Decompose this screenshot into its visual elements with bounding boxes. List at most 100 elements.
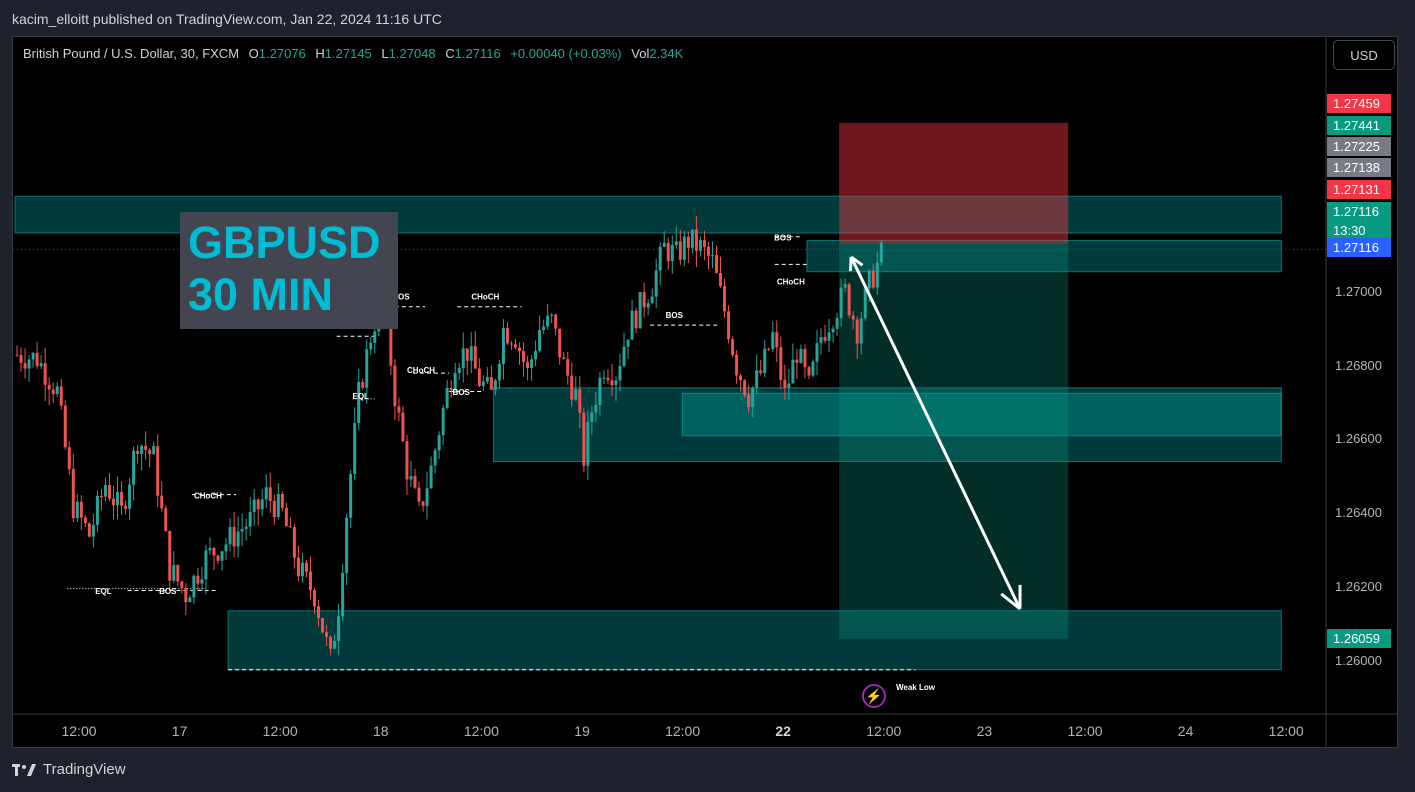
volume-value: 2.34K: [649, 46, 684, 61]
candle-body: [445, 387, 449, 408]
candle-body: [594, 404, 598, 413]
candle-body: [276, 494, 280, 518]
candle-body: [598, 377, 602, 405]
candle-body: [260, 499, 264, 510]
candle-body: [252, 499, 256, 513]
title-box: GBPUSD 30 MIN: [180, 212, 398, 329]
price-tag: 1.26059: [1327, 629, 1391, 648]
price-tag: 1.27116 13:30: [1327, 202, 1391, 240]
candle-body: [333, 641, 337, 649]
price-tick-label: 1.26800: [1335, 357, 1382, 373]
candle-body: [345, 517, 349, 574]
alert-icon[interactable]: ⚡: [862, 684, 886, 708]
annotation-label: BOS: [453, 388, 471, 397]
candle-body: [586, 421, 590, 466]
candle-body: [481, 381, 485, 387]
candle-body: [634, 310, 638, 329]
time-tick-label: 12:00: [866, 723, 902, 739]
candle-body: [212, 547, 216, 556]
candle-body: [859, 318, 863, 344]
candle-body: [244, 526, 248, 530]
candle-body: [562, 357, 566, 360]
candle-body: [19, 354, 23, 363]
candle-body: [87, 523, 91, 537]
candle-body: [558, 328, 562, 358]
candle-body: [513, 344, 517, 348]
price-tag-value: 1.27116: [1333, 240, 1380, 255]
price-tag-value: 1.26059: [1333, 631, 1380, 646]
candle-body: [329, 636, 333, 649]
candle-body: [509, 343, 513, 345]
candle-body: [308, 571, 312, 591]
time-tick-label: 22: [775, 723, 791, 739]
chart-panel[interactable]: CHoCHEQLBOSBOSEQLBOSCHoCHBOSCHoCHBOSBOSC…: [12, 36, 1398, 748]
candle-body: [116, 491, 120, 506]
brand-name: TradingView: [43, 761, 126, 778]
candle-body: [107, 485, 111, 499]
price-tag: 1.27116: [1327, 238, 1391, 257]
candle-body: [71, 469, 75, 519]
demand-zone-bottom: [227, 610, 1282, 671]
title-timeframe: 30 MIN: [188, 269, 334, 320]
candle-body: [815, 343, 819, 362]
time-tick-label: 12:00: [262, 723, 298, 739]
candle-body: [433, 450, 437, 466]
candle-body: [228, 526, 232, 545]
candle-body: [152, 446, 156, 455]
candle-body: [871, 270, 875, 288]
candle-body: [803, 348, 807, 368]
candle-body: [501, 327, 505, 365]
candle-body: [743, 380, 747, 395]
candle-body: [658, 246, 662, 271]
candle-body: [288, 526, 292, 528]
candle-body: [550, 314, 554, 316]
candle-body: [554, 314, 558, 329]
high-value: 1.27145: [324, 46, 372, 61]
candle-body: [120, 491, 124, 506]
candle-body: [630, 310, 634, 340]
candle-body: [393, 365, 397, 407]
price-tag-value: 1.27131: [1333, 182, 1380, 197]
candle-body: [646, 303, 650, 308]
candle-body: [357, 382, 361, 424]
candle-body: [196, 575, 200, 584]
candle-body: [397, 406, 401, 413]
open-value: 1.27076: [258, 46, 306, 61]
volume-label: Vol: [631, 46, 650, 61]
candle-body: [807, 367, 811, 376]
candle-body: [437, 435, 441, 451]
candle-body: [843, 284, 847, 288]
candle-body: [851, 315, 855, 320]
candle-body: [614, 380, 618, 386]
candle-body: [128, 484, 132, 509]
candle-body: [678, 241, 682, 260]
time-tick-label: 17: [171, 723, 188, 739]
candlestick-chart[interactable]: CHoCHEQLBOSBOSEQLBOSCHoCHBOSCHoCHBOSBOSC…: [13, 37, 1397, 747]
currency-button[interactable]: USD: [1333, 40, 1395, 70]
candle-body: [727, 311, 731, 340]
price-tick-label: 1.27000: [1335, 284, 1382, 299]
candle-body: [847, 284, 851, 316]
candle-body: [714, 255, 718, 273]
candle-body: [735, 354, 739, 376]
candle-body: [417, 487, 421, 502]
candle-body: [642, 292, 646, 308]
annotation-label: CHoCH: [407, 366, 435, 375]
candle-body: [783, 379, 787, 388]
candle-body: [284, 507, 288, 527]
candle-body: [75, 501, 79, 519]
candle-body: [670, 245, 674, 262]
candle-body: [164, 508, 168, 531]
tradingview-logo-icon: [12, 763, 36, 776]
candle-body: [799, 348, 803, 363]
projection-arrow-tail: [848, 256, 853, 272]
candle-body: [232, 526, 236, 547]
candle-body: [103, 485, 107, 497]
annotation-label: BOS: [774, 233, 792, 242]
candle-body: [421, 501, 425, 506]
candle-body: [321, 618, 325, 633]
candle-body: [775, 332, 779, 348]
candle-body: [855, 319, 859, 344]
footer-brand[interactable]: TradingView: [12, 761, 126, 778]
candle-body: [606, 377, 610, 381]
